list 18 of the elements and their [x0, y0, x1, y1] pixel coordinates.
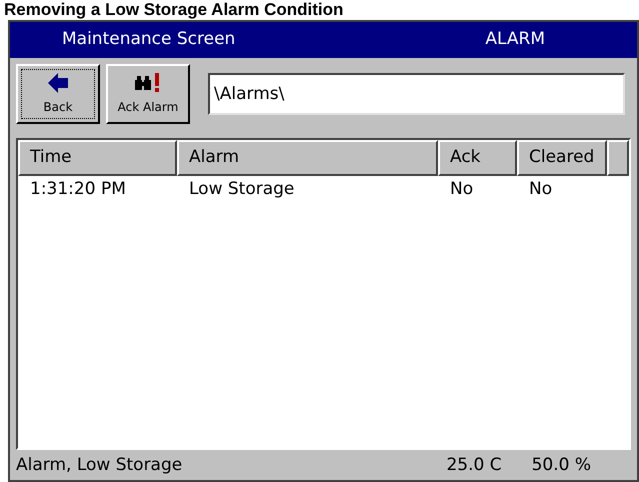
- toolbar-button[interactable]: Back: [16, 64, 100, 124]
- column-header[interactable]: Cleared: [517, 140, 607, 176]
- column-header[interactable]: Alarm: [177, 140, 438, 176]
- table-cell-text: 1:31:20 PM: [29, 178, 127, 202]
- column-header[interactable]: Time: [18, 140, 177, 176]
- temperature-reading: 25.0 C: [446, 454, 502, 478]
- left-arrow-icon: [47, 72, 69, 94]
- window-title: Maintenance Screen: [62, 28, 236, 52]
- status-message: Alarm, Low Storage: [16, 454, 182, 478]
- path-field[interactable]: \Alarms\: [208, 73, 625, 115]
- column-header[interactable]: Ack: [438, 140, 517, 176]
- humidity-reading: 50.0 %: [532, 454, 591, 478]
- toolbar-button[interactable]: Ack Alarm: [106, 64, 190, 124]
- page-heading: Removing a Low Storage Alarm Condition: [3, 0, 344, 20]
- mode-label: ALARM: [485, 28, 545, 52]
- table-cell-text: Low Storage: [188, 178, 296, 202]
- table-cell-text: No: [528, 178, 554, 202]
- table-cell-text: No: [449, 178, 474, 202]
